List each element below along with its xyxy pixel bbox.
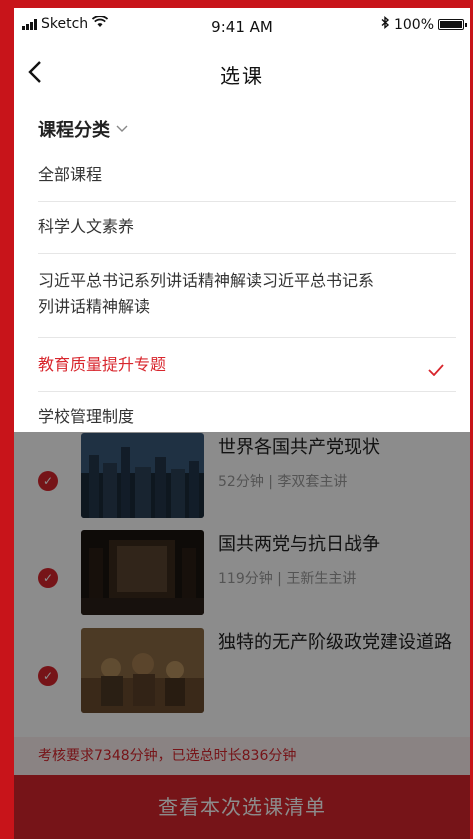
category-item-management[interactable]: 学校管理制度 <box>38 400 456 432</box>
category-item-speech[interactable]: 习近平总书记系列讲话精神解读习近平总书记系列讲话精神解读 <box>38 264 456 338</box>
category-item-label: 全部课程 <box>38 165 103 184</box>
battery-group: 100% <box>381 16 467 33</box>
category-item-label: 学校管理制度 <box>38 407 135 426</box>
category-item-label: 科学人文素养 <box>38 217 135 236</box>
category-header[interactable]: 课程分类 <box>38 116 128 142</box>
category-item-label: 教育质量提升专题 <box>38 355 167 374</box>
category-item-label: 习近平总书记系列讲话精神解读习近平总书记系列讲话精神解读 <box>38 271 375 316</box>
phone-screen: Sketch 9:41 AM 100% 选课 ✓ 世界各国共产党现状 52分钟 … <box>14 8 470 839</box>
category-item-all[interactable]: 全部课程 <box>38 158 456 202</box>
battery-label: 100% <box>393 16 434 33</box>
category-item-science[interactable]: 科学人文素养 <box>38 210 456 254</box>
category-header-label: 课程分类 <box>38 120 110 141</box>
category-dropdown: 课程分类 全部课程 科学人文素养 习近平总书记系列讲话精神解读习近平总书记系列讲… <box>14 98 470 432</box>
page-title: 选课 <box>220 64 264 88</box>
bluetooth-icon <box>381 16 390 33</box>
checkmark-icon <box>428 358 444 384</box>
battery-icon <box>438 19 467 30</box>
category-item-quality[interactable]: 教育质量提升专题 <box>38 348 456 392</box>
chevron-down-icon <box>116 121 128 137</box>
nav-bar: 选课 <box>14 46 470 98</box>
status-bar: Sketch 9:41 AM 100% <box>14 8 470 46</box>
